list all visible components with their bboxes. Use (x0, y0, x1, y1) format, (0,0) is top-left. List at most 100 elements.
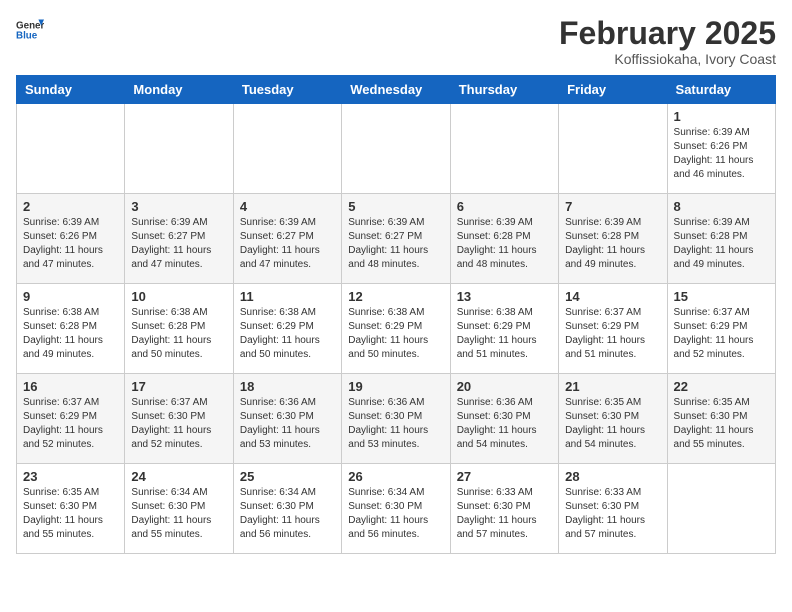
calendar-cell: 26 Sunrise: 6:34 AM Sunset: 6:30 PM Dayli… (342, 464, 450, 554)
calendar-cell: 11 Sunrise: 6:38 AM Sunset: 6:29 PM Dayli… (233, 284, 341, 374)
day-number: 16 (23, 379, 118, 394)
calendar-cell: 1 Sunrise: 6:39 AM Sunset: 6:26 PM Daylig… (667, 104, 775, 194)
calendar-table: SundayMondayTuesdayWednesdayThursdayFrid… (16, 75, 776, 554)
logo-icon: General Blue (16, 16, 44, 44)
day-info: Sunrise: 6:34 AM Sunset: 6:30 PM Dayligh… (348, 486, 443, 542)
calendar-cell: 27 Sunrise: 6:33 AM Sunset: 6:30 PM Dayli… (450, 464, 558, 554)
calendar-cell: 21 Sunrise: 6:35 AM Sunset: 6:30 PM Dayli… (559, 374, 667, 464)
calendar-cell: 16 Sunrise: 6:37 AM Sunset: 6:29 PM Dayli… (17, 374, 125, 464)
day-info: Sunrise: 6:39 AM Sunset: 6:28 PM Dayligh… (565, 216, 660, 272)
day-number: 8 (674, 199, 769, 214)
day-info: Sunrise: 6:33 AM Sunset: 6:30 PM Dayligh… (457, 486, 552, 542)
day-number: 11 (240, 289, 335, 304)
calendar-cell: 10 Sunrise: 6:38 AM Sunset: 6:28 PM Dayli… (125, 284, 233, 374)
day-number: 5 (348, 199, 443, 214)
week-row-4: 16 Sunrise: 6:37 AM Sunset: 6:29 PM Dayli… (17, 374, 776, 464)
day-info: Sunrise: 6:39 AM Sunset: 6:26 PM Dayligh… (674, 126, 769, 182)
calendar-cell: 12 Sunrise: 6:38 AM Sunset: 6:29 PM Dayli… (342, 284, 450, 374)
calendar-cell (559, 104, 667, 194)
day-number: 24 (131, 469, 226, 484)
calendar-cell: 9 Sunrise: 6:38 AM Sunset: 6:28 PM Daylig… (17, 284, 125, 374)
calendar-cell: 28 Sunrise: 6:33 AM Sunset: 6:30 PM Dayli… (559, 464, 667, 554)
calendar-cell (450, 104, 558, 194)
calendar-cell (233, 104, 341, 194)
day-number: 20 (457, 379, 552, 394)
day-info: Sunrise: 6:39 AM Sunset: 6:27 PM Dayligh… (131, 216, 226, 272)
calendar-cell: 23 Sunrise: 6:35 AM Sunset: 6:30 PM Dayli… (17, 464, 125, 554)
day-number: 2 (23, 199, 118, 214)
weekday-header-tuesday: Tuesday (233, 76, 341, 104)
week-row-5: 23 Sunrise: 6:35 AM Sunset: 6:30 PM Dayli… (17, 464, 776, 554)
calendar-cell: 6 Sunrise: 6:39 AM Sunset: 6:28 PM Daylig… (450, 194, 558, 284)
weekday-header-friday: Friday (559, 76, 667, 104)
day-info: Sunrise: 6:35 AM Sunset: 6:30 PM Dayligh… (23, 486, 118, 542)
weekday-header-row: SundayMondayTuesdayWednesdayThursdayFrid… (17, 76, 776, 104)
day-number: 13 (457, 289, 552, 304)
day-number: 14 (565, 289, 660, 304)
day-info: Sunrise: 6:37 AM Sunset: 6:29 PM Dayligh… (23, 396, 118, 452)
day-info: Sunrise: 6:36 AM Sunset: 6:30 PM Dayligh… (457, 396, 552, 452)
day-number: 15 (674, 289, 769, 304)
calendar-cell (125, 104, 233, 194)
day-number: 10 (131, 289, 226, 304)
calendar-cell (17, 104, 125, 194)
day-info: Sunrise: 6:38 AM Sunset: 6:28 PM Dayligh… (131, 306, 226, 362)
title-block: February 2025 Koffissiokaha, Ivory Coast (559, 16, 776, 67)
day-number: 23 (23, 469, 118, 484)
day-info: Sunrise: 6:38 AM Sunset: 6:29 PM Dayligh… (457, 306, 552, 362)
day-info: Sunrise: 6:39 AM Sunset: 6:27 PM Dayligh… (240, 216, 335, 272)
day-number: 22 (674, 379, 769, 394)
calendar-cell: 8 Sunrise: 6:39 AM Sunset: 6:28 PM Daylig… (667, 194, 775, 284)
day-number: 21 (565, 379, 660, 394)
calendar-cell: 5 Sunrise: 6:39 AM Sunset: 6:27 PM Daylig… (342, 194, 450, 284)
weekday-header-sunday: Sunday (17, 76, 125, 104)
day-info: Sunrise: 6:35 AM Sunset: 6:30 PM Dayligh… (565, 396, 660, 452)
day-info: Sunrise: 6:36 AM Sunset: 6:30 PM Dayligh… (348, 396, 443, 452)
day-info: Sunrise: 6:39 AM Sunset: 6:26 PM Dayligh… (23, 216, 118, 272)
day-info: Sunrise: 6:33 AM Sunset: 6:30 PM Dayligh… (565, 486, 660, 542)
day-info: Sunrise: 6:37 AM Sunset: 6:29 PM Dayligh… (565, 306, 660, 362)
calendar-cell: 14 Sunrise: 6:37 AM Sunset: 6:29 PM Dayli… (559, 284, 667, 374)
logo: General Blue (16, 16, 44, 44)
day-number: 28 (565, 469, 660, 484)
day-number: 26 (348, 469, 443, 484)
day-info: Sunrise: 6:39 AM Sunset: 6:28 PM Dayligh… (457, 216, 552, 272)
day-number: 27 (457, 469, 552, 484)
calendar-cell: 3 Sunrise: 6:39 AM Sunset: 6:27 PM Daylig… (125, 194, 233, 284)
day-info: Sunrise: 6:34 AM Sunset: 6:30 PM Dayligh… (240, 486, 335, 542)
day-number: 18 (240, 379, 335, 394)
day-info: Sunrise: 6:38 AM Sunset: 6:29 PM Dayligh… (348, 306, 443, 362)
weekday-header-monday: Monday (125, 76, 233, 104)
calendar-cell: 4 Sunrise: 6:39 AM Sunset: 6:27 PM Daylig… (233, 194, 341, 284)
day-number: 4 (240, 199, 335, 214)
day-info: Sunrise: 6:37 AM Sunset: 6:29 PM Dayligh… (674, 306, 769, 362)
calendar-cell: 25Sunrise: 6:34 AM Sunset: 6:30 PM Dayli… (233, 464, 341, 554)
day-info: Sunrise: 6:39 AM Sunset: 6:27 PM Dayligh… (348, 216, 443, 272)
weekday-header-wednesday: Wednesday (342, 76, 450, 104)
day-info: Sunrise: 6:38 AM Sunset: 6:28 PM Dayligh… (23, 306, 118, 362)
day-number: 12 (348, 289, 443, 304)
calendar-cell: 13 Sunrise: 6:38 AM Sunset: 6:29 PM Dayli… (450, 284, 558, 374)
day-info: Sunrise: 6:34 AM Sunset: 6:30 PM Dayligh… (131, 486, 226, 542)
location-title: Koffissiokaha, Ivory Coast (559, 51, 776, 67)
day-number: 7 (565, 199, 660, 214)
calendar-cell: 20 Sunrise: 6:36 AM Sunset: 6:30 PM Dayli… (450, 374, 558, 464)
calendar-cell: 22Sunrise: 6:35 AM Sunset: 6:30 PM Dayli… (667, 374, 775, 464)
day-number: 3 (131, 199, 226, 214)
weekday-header-thursday: Thursday (450, 76, 558, 104)
day-info: Sunrise: 6:39 AM Sunset: 6:28 PM Dayligh… (674, 216, 769, 272)
day-number: 19 (348, 379, 443, 394)
day-number: 6 (457, 199, 552, 214)
week-row-2: 2 Sunrise: 6:39 AM Sunset: 6:26 PM Daylig… (17, 194, 776, 284)
calendar-cell: 18Sunrise: 6:36 AM Sunset: 6:30 PM Dayli… (233, 374, 341, 464)
calendar-cell: 7 Sunrise: 6:39 AM Sunset: 6:28 PM Daylig… (559, 194, 667, 284)
day-number: 1 (674, 109, 769, 124)
calendar-cell: 19 Sunrise: 6:36 AM Sunset: 6:30 PM Dayli… (342, 374, 450, 464)
calendar-cell (667, 464, 775, 554)
calendar-cell: 24 Sunrise: 6:34 AM Sunset: 6:30 PM Dayli… (125, 464, 233, 554)
week-row-3: 9 Sunrise: 6:38 AM Sunset: 6:28 PM Daylig… (17, 284, 776, 374)
week-row-1: 1 Sunrise: 6:39 AM Sunset: 6:26 PM Daylig… (17, 104, 776, 194)
day-info: Sunrise: 6:38 AM Sunset: 6:29 PM Dayligh… (240, 306, 335, 362)
day-number: 9 (23, 289, 118, 304)
svg-text:Blue: Blue (16, 30, 38, 41)
